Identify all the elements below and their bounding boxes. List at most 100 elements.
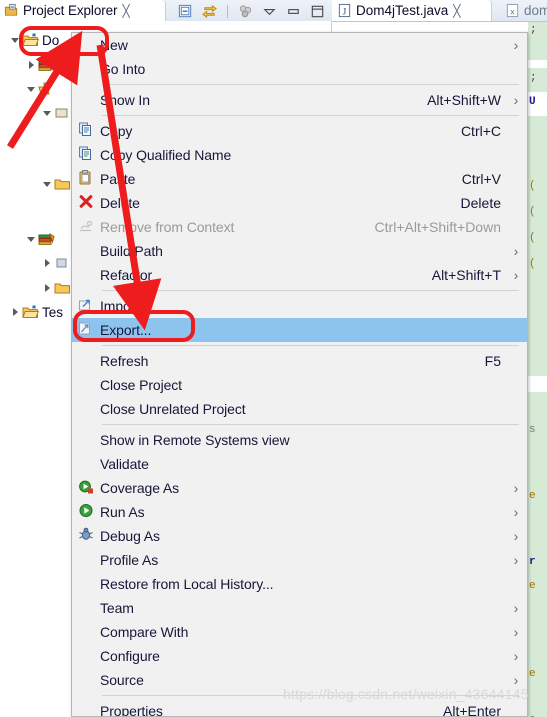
java-project-icon	[22, 304, 40, 320]
twisty-open-icon[interactable]	[24, 232, 38, 246]
submenu-chevron-icon: ›	[513, 243, 519, 259]
menu-item-configure[interactable]: Configure ›	[72, 644, 527, 668]
menu-item-run-as[interactable]: Run As ›	[72, 500, 527, 524]
menu-item-team[interactable]: Team ›	[72, 596, 527, 620]
menu-item-icon-slot	[72, 397, 100, 421]
twisty-closed-icon[interactable]	[40, 256, 54, 270]
tree-row-package[interactable]	[40, 102, 74, 124]
twisty-open-icon[interactable]	[8, 33, 22, 47]
tab-project-explorer[interactable]: Project Explorer ╳	[0, 0, 166, 21]
eclipse-workbench: ; ; U ( ( ( ( s e r e e s J Dom4jTest.ja…	[0, 0, 547, 717]
menu-item-icon-slot	[72, 428, 100, 452]
link-editor-icon[interactable]	[201, 3, 218, 20]
menu-item-go-into[interactable]: Go Into›	[72, 57, 527, 81]
run-icon	[72, 500, 100, 524]
menu-item-accelerator: Ctrl+C	[460, 123, 501, 139]
menu-item-accelerator: Alt+Shift+W	[427, 92, 501, 108]
editor-tab-dom4jtest[interactable]: J Dom4jTest.java ╳	[332, 0, 492, 21]
tree-row-referenced-libraries[interactable]	[24, 78, 58, 100]
menu-item-delete[interactable]: DeleteDelete›	[72, 191, 527, 215]
explorer-view-toolbar	[172, 1, 332, 21]
tree-row-jre-library[interactable]	[24, 54, 58, 76]
menu-item-export[interactable]: Export...›	[72, 318, 527, 342]
tree-row-jre-library-2[interactable]	[24, 228, 58, 250]
submenu-chevron-icon: ›	[513, 37, 519, 53]
menu-item-properties[interactable]: PropertiesAlt+Enter›	[72, 699, 527, 717]
menu-separator	[102, 290, 519, 291]
copy-qualified-icon	[72, 143, 100, 167]
editor-sliver: ; ; U ( ( ( ( s e r e e s	[528, 20, 547, 717]
menu-item-label: Compare With	[100, 624, 189, 640]
collapse-all-icon[interactable]	[177, 3, 194, 20]
tree-row-project-tes[interactable]: Tes	[8, 301, 63, 323]
tree-row-folder-2[interactable]	[40, 277, 74, 299]
menu-item-show-in-remote-systems-view[interactable]: Show in Remote Systems view›	[72, 428, 527, 452]
delete-icon	[72, 191, 100, 215]
close-icon[interactable]: ╳	[122, 5, 129, 17]
menu-item-label: Configure	[100, 648, 160, 664]
focus-task-icon[interactable]	[237, 3, 254, 20]
menu-item-remove-from-context: Remove from ContextCtrl+Alt+Shift+Down›	[72, 215, 527, 239]
menu-item-import[interactable]: Import...›	[72, 294, 527, 318]
menu-item-coverage-as[interactable]: Coverage As ›	[72, 476, 527, 500]
chevron-down-icon[interactable]	[261, 3, 278, 20]
minimize-icon[interactable]	[285, 3, 302, 20]
referenced-library-icon	[38, 81, 55, 97]
menu-item-refresh[interactable]: RefreshF5›	[72, 349, 527, 373]
maximize-icon[interactable]	[309, 3, 326, 20]
menu-item-copy-qualified-name[interactable]: Copy Qualified Name›	[72, 143, 527, 167]
submenu-chevron-icon: ›	[513, 480, 519, 496]
menu-item-validate[interactable]: Validate›	[72, 452, 527, 476]
menu-separator	[102, 84, 519, 85]
menu-item-icon-slot	[72, 33, 100, 57]
twisty-open-icon[interactable]	[40, 106, 54, 120]
menu-item-compare-with[interactable]: Compare With ›	[72, 620, 527, 644]
submenu-chevron-icon: ›	[513, 600, 519, 616]
twisty-open-icon[interactable]	[24, 82, 38, 96]
menu-item-paste[interactable]: PasteCtrl+V›	[72, 167, 527, 191]
submenu-chevron-icon: ›	[513, 624, 519, 640]
tree-row-project-do[interactable]: Do	[8, 29, 59, 51]
tree-item-label: Do	[42, 32, 60, 48]
editor-tab-close-icon[interactable]: ╳	[453, 5, 460, 17]
editor-tab-label: Dom4jTest.java	[356, 3, 449, 18]
menu-item-label: Close Project	[100, 377, 182, 393]
twisty-open-icon[interactable]	[40, 177, 54, 191]
menu-item-debug-as[interactable]: Debug As ›	[72, 524, 527, 548]
menu-item-icon-slot	[72, 644, 100, 668]
tree-row-jar[interactable]	[40, 252, 74, 274]
menu-item-label: Team	[100, 600, 134, 616]
tree-row-folder-src[interactable]	[40, 173, 74, 195]
menu-item-source[interactable]: Source ›	[72, 668, 527, 692]
twisty-closed-icon[interactable]	[24, 58, 38, 72]
twisty-closed-icon[interactable]	[8, 305, 22, 319]
menu-item-copy[interactable]: CopyCtrl+C›	[72, 119, 527, 143]
menu-item-profile-as[interactable]: Profile As ›	[72, 548, 527, 572]
editor-tab-bar: J Dom4jTest.java ╳ x dom	[332, 0, 547, 22]
submenu-chevron-icon: ›	[513, 267, 519, 283]
menu-item-close-unrelated-project[interactable]: Close Unrelated Project›	[72, 397, 527, 421]
menu-separator	[102, 424, 519, 425]
menu-item-close-project[interactable]: Close Project›	[72, 373, 527, 397]
menu-separator	[102, 345, 519, 346]
export-icon	[72, 318, 100, 342]
menu-item-restore-from-local-history[interactable]: Restore from Local History...›	[72, 572, 527, 596]
paste-icon	[72, 167, 100, 191]
menu-item-icon-slot	[72, 88, 100, 112]
editor-tab-dom[interactable]: x dom	[500, 0, 547, 21]
menu-item-refactor[interactable]: Refactor Alt+Shift+T ›	[72, 263, 527, 287]
menu-item-show-in[interactable]: Show In Alt+Shift+W ›	[72, 88, 527, 112]
menu-item-accelerator: Alt+Shift+T	[431, 267, 501, 283]
context-menu[interactable]: New›Go Into› Show InAlt+Shift+W› CopyCtrl+…	[71, 32, 528, 717]
menu-item-label: Paste	[100, 171, 136, 187]
menu-item-new[interactable]: New ›	[72, 33, 527, 57]
submenu-chevron-icon: ›	[513, 504, 519, 520]
menu-item-build-path[interactable]: Build Path ›	[72, 239, 527, 263]
menu-item-label: Close Unrelated Project	[100, 401, 246, 417]
menu-item-label: Validate	[100, 456, 149, 472]
menu-item-label: Refactor	[100, 267, 153, 283]
menu-item-icon-slot	[72, 699, 100, 716]
twisty-closed-icon[interactable]	[40, 281, 54, 295]
menu-item-label: Run As	[100, 504, 145, 520]
menu-item-label: Properties	[100, 703, 163, 717]
